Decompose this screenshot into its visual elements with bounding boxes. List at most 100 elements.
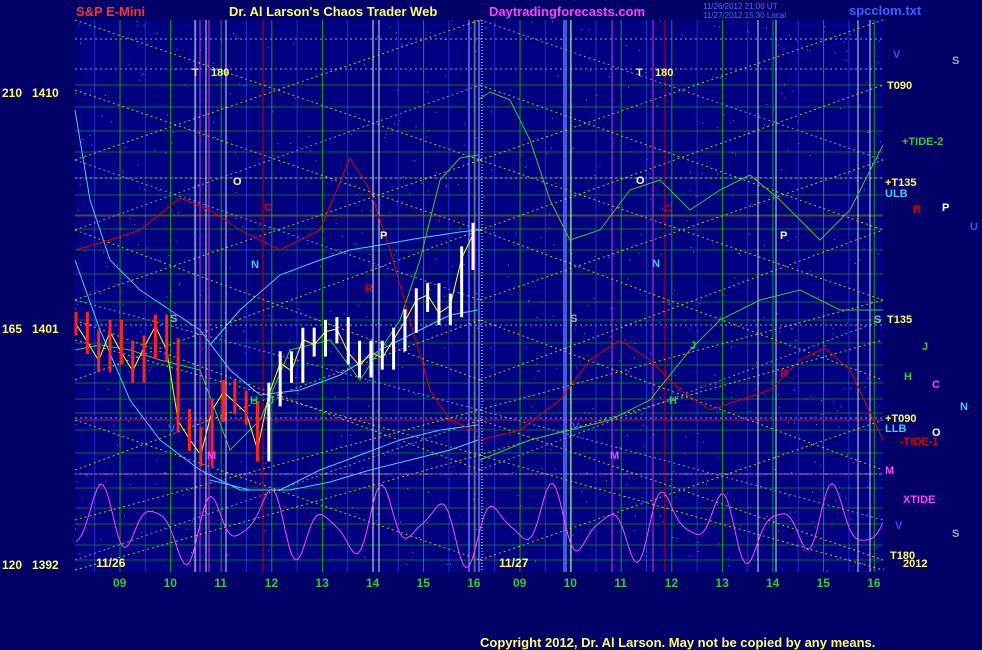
star-dot <box>868 131 870 133</box>
star-dot <box>426 136 428 138</box>
star-dot <box>342 414 344 416</box>
star-dot <box>401 366 403 368</box>
star-dot <box>794 340 796 342</box>
y-axis-price-label: 1392 <box>32 558 59 572</box>
star-dot <box>75 308 77 310</box>
star-dot <box>532 406 534 408</box>
star-dot <box>377 323 379 325</box>
star-dot <box>826 570 828 572</box>
star-dot <box>574 418 576 420</box>
star-dot <box>554 468 556 470</box>
star-dot <box>777 394 779 396</box>
star-dot <box>171 142 173 144</box>
star-dot <box>625 45 627 47</box>
star-dot <box>332 252 334 254</box>
star-dot <box>235 153 237 155</box>
star-dot <box>82 139 84 141</box>
star-dot <box>77 209 79 211</box>
star-dot <box>812 417 814 419</box>
star-dot <box>864 386 866 388</box>
star-dot <box>89 135 91 137</box>
star-dot <box>697 551 699 553</box>
star-dot <box>634 357 636 359</box>
star-dot <box>129 217 131 219</box>
star-dot <box>308 136 310 138</box>
star-dot <box>238 392 240 394</box>
x-hour-label: 13 <box>315 576 329 590</box>
symbol-title: S&P E-Mini <box>76 4 145 19</box>
right-label: P <box>942 202 949 214</box>
star-dot <box>291 297 293 299</box>
star-dot <box>720 77 722 79</box>
star-dot <box>737 253 739 255</box>
star-dot <box>515 233 517 235</box>
right-label: V <box>895 520 903 532</box>
star-dot <box>166 296 168 298</box>
star-dot <box>680 387 682 389</box>
star-dot <box>531 395 533 397</box>
star-dot <box>681 34 683 36</box>
star-dot <box>438 220 440 222</box>
x-date-label: 11/27 <box>499 556 529 570</box>
star-dot <box>129 484 131 486</box>
star-dot <box>232 32 234 34</box>
star-dot <box>176 48 178 50</box>
star-dot <box>343 379 345 381</box>
star-dot <box>517 495 519 497</box>
star-dot <box>298 386 300 388</box>
star-dot <box>451 265 453 267</box>
star-dot <box>414 160 416 162</box>
right-label: C <box>932 379 940 391</box>
star-dot <box>158 260 160 262</box>
star-dot <box>464 123 466 125</box>
star-dot <box>76 304 78 306</box>
star-dot <box>202 427 204 429</box>
star-dot <box>131 405 133 407</box>
in-chart-label: O <box>233 176 242 188</box>
star-dot <box>794 389 796 391</box>
star-dot <box>446 184 448 186</box>
star-dot <box>405 539 407 541</box>
star-dot <box>734 153 736 155</box>
star-dot <box>83 94 85 96</box>
star-dot <box>845 60 847 62</box>
timestamp-2: 11/27/2012 15:30 Local <box>703 11 786 20</box>
star-dot <box>91 516 93 518</box>
star-dot <box>507 276 509 278</box>
star-dot <box>362 467 364 469</box>
star-dot <box>867 486 869 488</box>
star-dot <box>809 270 811 272</box>
star-dot <box>723 114 725 116</box>
star-dot <box>673 290 675 292</box>
star-dot <box>200 294 202 296</box>
star-dot <box>628 477 630 479</box>
in-chart-label: R <box>365 283 373 295</box>
star-dot <box>275 421 277 423</box>
right-label: T090 <box>887 80 912 92</box>
right-label: U <box>970 221 978 233</box>
star-dot <box>581 491 583 493</box>
star-dot <box>790 521 792 523</box>
star-dot <box>366 381 368 383</box>
star-dot <box>627 434 629 436</box>
star-dot <box>80 42 82 44</box>
star-dot <box>412 551 414 553</box>
star-dot <box>212 63 214 65</box>
star-dot <box>536 363 538 365</box>
star-dot <box>739 254 741 256</box>
star-dot <box>589 529 591 531</box>
star-dot <box>613 142 615 144</box>
star-dot <box>627 86 629 88</box>
star-dot <box>579 437 581 439</box>
star-dot <box>730 122 732 124</box>
star-dot <box>377 513 379 515</box>
star-dot <box>756 361 758 363</box>
star-dot <box>628 371 630 373</box>
star-dot <box>525 348 527 350</box>
star-dot <box>705 483 707 485</box>
star-dot <box>662 521 664 523</box>
star-dot <box>79 553 81 555</box>
star-dot <box>457 310 459 312</box>
in-chart-label: 180 <box>655 67 673 79</box>
star-dot <box>156 460 158 462</box>
